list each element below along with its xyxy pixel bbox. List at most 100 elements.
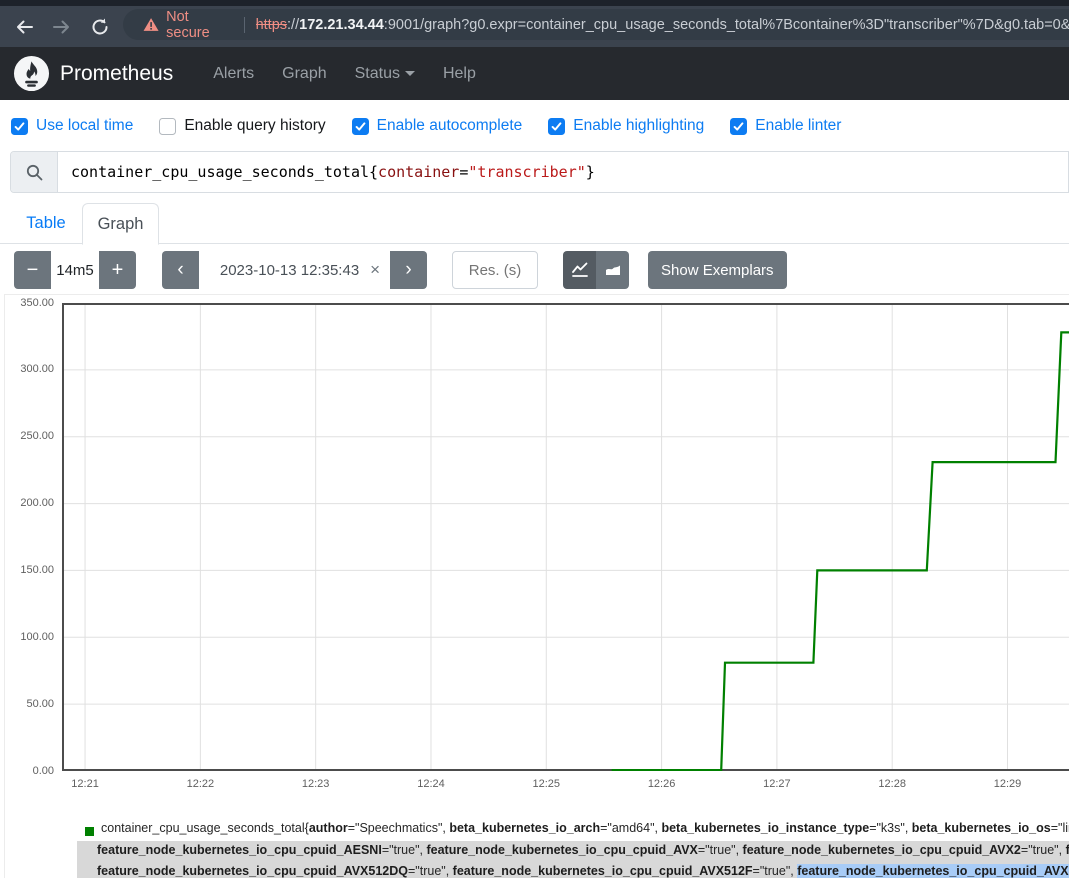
navbar-links: AlertsGraphStatusHelp <box>199 65 490 83</box>
legend-token: beta_kubernetes_io_instance_type <box>661 821 869 835</box>
time-back-button[interactable]: ‹ <box>162 251 199 289</box>
datetime-clear-icon[interactable]: × <box>364 260 380 280</box>
graph-toolbar: − + ‹ 2023-10-13 12:35:43 × › <box>14 251 1069 289</box>
panel-border-top <box>4 294 1069 295</box>
legend-line-1[interactable]: container_cpu_usage_seconds_total{author… <box>101 821 1069 839</box>
check-icon <box>13 120 26 133</box>
x-tick-label: 12:22 <box>170 778 230 790</box>
url-divider <box>244 17 245 33</box>
reload-button[interactable] <box>88 15 112 39</box>
checkbox-enable-query-history[interactable]: Enable query history <box>159 117 325 135</box>
time-forward-button[interactable]: › <box>390 251 427 289</box>
panel-tabs: Table Graph <box>0 203 1069 244</box>
checkbox-enable-autocomplete[interactable]: Enable autocomplete <box>352 117 523 135</box>
chart-plot-area[interactable] <box>62 303 1069 771</box>
legend-token: container_cpu_usage_seconds_total{ <box>101 821 309 835</box>
stacked-chart-button[interactable] <box>596 251 629 289</box>
prometheus-logo-icon[interactable] <box>13 55 50 92</box>
nav-item-help[interactable]: Help <box>429 65 490 83</box>
y-tick-label: 100.00 <box>0 631 54 643</box>
forward-button[interactable] <box>50 15 74 39</box>
nav-item-alerts[interactable]: Alerts <box>199 65 268 83</box>
duration-decrease-button[interactable]: − <box>14 251 51 289</box>
legend-token: feature_node_kubernetes_io_cpu_cpuid_AVX… <box>743 843 1021 857</box>
tabs-divider <box>0 243 1069 244</box>
show-exemplars-button[interactable]: Show Exemplars <box>648 251 787 289</box>
line-chart-icon <box>571 261 589 279</box>
check-icon <box>732 120 745 133</box>
legend-token: ="k3s", <box>869 821 912 835</box>
legend-line-2[interactable]: feature_node_kubernetes_io_cpu_cpuid_AES… <box>97 843 1069 861</box>
x-tick-label: 12:25 <box>516 778 576 790</box>
legend-token: beta_kubernetes_io_os <box>912 821 1051 835</box>
legend-token: feature_node_kubernetes_io_cpu_cpuid_AVX… <box>453 864 753 878</box>
datetime-picker: ‹ 2023-10-13 12:35:43 × › <box>162 251 427 289</box>
warning-triangle-icon <box>143 17 159 32</box>
browser-chrome: Not secure https://172.21.34.44:9001/gra… <box>0 0 1069 47</box>
security-status[interactable]: Not secure <box>143 9 233 41</box>
y-tick-label: 0.00 <box>0 765 54 777</box>
checked-checkbox-icon[interactable] <box>11 118 28 135</box>
checkbox-label: Enable highlighting <box>573 117 704 135</box>
checkbox-enable-highlighting[interactable]: Enable highlighting <box>548 117 704 135</box>
nav-item-graph[interactable]: Graph <box>268 65 340 83</box>
url-path: :9001/graph?g0.expr=container_cpu_usage_… <box>384 17 1069 33</box>
checked-checkbox-icon[interactable] <box>352 118 369 135</box>
address-bar[interactable]: Not secure https://172.21.34.44:9001/gra… <box>123 9 1069 40</box>
x-tick-label: 12:23 <box>286 778 346 790</box>
line-chart-button[interactable] <box>563 251 596 289</box>
x-tick-label: 12:21 <box>55 778 115 790</box>
checkbox-enable-linter[interactable]: Enable linter <box>730 117 841 135</box>
chevron-down-icon <box>405 71 415 76</box>
graph-panel: 0.0050.00100.00150.00200.00250.00300.003… <box>0 294 1069 878</box>
panel-border-left <box>4 294 5 878</box>
tab-graph[interactable]: Graph <box>82 203 159 245</box>
query-token: } <box>586 163 595 181</box>
duration-stepper: − + <box>14 251 136 289</box>
y-tick-label: 300.00 <box>0 363 54 375</box>
duration-increase-button[interactable]: + <box>99 251 136 289</box>
datetime-input[interactable]: 2023-10-13 12:35:43 × <box>199 251 390 289</box>
legend-token: beta_kubernetes_io_arch <box>449 821 600 835</box>
legend-token: feature_node_kubernetes_io_cpu_cpuid_AVX <box>426 843 697 857</box>
options-row: Use local time Enable query history Enable… <box>11 115 1069 137</box>
y-tick-label: 200.00 <box>0 497 54 509</box>
unchecked-checkbox-icon[interactable] <box>159 118 176 135</box>
query-token: container_cpu_usage_seconds_total{ <box>71 163 378 181</box>
legend-token: ="linux", <box>1051 821 1069 835</box>
legend-token: ="true", <box>698 843 743 857</box>
legend-token: feature_node_kubernetes_io_cpu_cpuid_AES… <box>97 843 382 857</box>
x-tick-label: 12:29 <box>978 778 1038 790</box>
not-secure-label: Not secure <box>166 9 233 41</box>
checkbox-label: Enable autocomplete <box>377 117 523 135</box>
query-token: "transcriber" <box>468 163 585 181</box>
browser-tabstrip <box>0 0 1069 6</box>
legend-token: ="true", <box>408 864 453 878</box>
checked-checkbox-icon[interactable] <box>730 118 747 135</box>
checkbox-use-local-time[interactable]: Use local time <box>11 117 133 135</box>
legend-series-swatch <box>85 827 94 836</box>
query-search-addon <box>11 152 58 192</box>
duration-input[interactable] <box>51 251 99 289</box>
query-expression-input[interactable]: container_cpu_usage_seconds_total{contai… <box>58 152 1068 192</box>
legend-token: ="amd64", <box>600 821 661 835</box>
checked-checkbox-icon[interactable] <box>548 118 565 135</box>
brand-title[interactable]: Prometheus <box>60 62 173 86</box>
prometheus-navbar: Prometheus AlertsGraphStatusHelp <box>0 47 1069 100</box>
url-separator: :// <box>287 17 299 33</box>
query-token: = <box>459 163 468 181</box>
y-tick-label: 50.00 <box>0 698 54 710</box>
legend-token: ="true", <box>1021 843 1066 857</box>
legend-line-3[interactable]: feature_node_kubernetes_io_cpu_cpuid_AVX… <box>97 864 1069 880</box>
url-scheme: https <box>256 17 287 33</box>
legend-token: feature_node_kubernetes_io_cpu_cpuid_AVX… <box>97 864 408 878</box>
y-tick-label: 250.00 <box>0 430 54 442</box>
checkbox-label: Enable query history <box>184 117 325 135</box>
datetime-value: 2023-10-13 12:35:43 <box>215 262 364 279</box>
tab-table[interactable]: Table <box>10 203 82 244</box>
nav-item-status[interactable]: Status <box>341 65 429 83</box>
resolution-input[interactable] <box>452 251 538 289</box>
x-tick-label: 12:26 <box>632 778 692 790</box>
search-icon <box>26 164 43 181</box>
back-button[interactable] <box>12 15 36 39</box>
